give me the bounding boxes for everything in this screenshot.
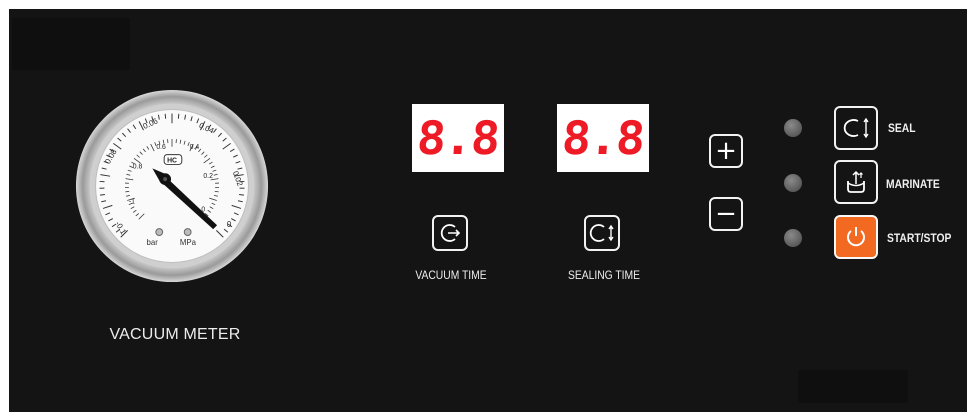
marinate-button[interactable] [834,160,878,204]
gauge-scale-inner: 0.6 [156,144,166,151]
seal-label: SEAL [888,121,916,135]
start-indicator-led [784,229,802,247]
power-icon [847,227,865,247]
vacuum-time-label: VACUUM TIME [415,268,487,282]
seal-icon [589,224,614,242]
increase-button[interactable]: + [709,134,743,168]
gauge-scale-inner: 0.8 [133,163,143,170]
gauge-unit-mpa: MPa [180,238,197,247]
sealing-time-button[interactable] [584,215,620,251]
minus-icon: − [715,199,737,229]
panel-shade [12,18,130,70]
panel-shade [798,370,908,403]
gauge-tick [239,193,245,196]
seal-indicator-led [784,119,802,137]
gauge-scale-inner: -1 [129,199,135,206]
gauge-tick [99,193,105,196]
vacuum-gauge: -0.1 0.08 0.06 0.04 0.02 0 -1 0.8 0.6 0.… [75,89,269,283]
sealing-time-label: SEALING TIME [567,268,641,282]
seal-button[interactable] [834,106,878,150]
sealing-time-digits: 8.8 [560,111,646,165]
vacuum-meter-label: VACUUM METER [109,326,241,343]
vacuum-time-button[interactable] [432,215,468,251]
start-stop-button[interactable] [834,215,878,259]
vacuum-icon [440,224,461,242]
gauge-scale-outer: 0 [227,220,232,229]
seal-icon [843,117,869,139]
start-stop-label: START/STOP [887,231,952,245]
vacuum-time-display: 8.8 [412,104,504,172]
plus-icon: + [715,136,737,166]
decrease-button[interactable]: − [709,197,743,231]
marinate-indicator-led [784,174,802,192]
marinate-label: MARINATE [886,177,940,191]
sealing-time-display: 8.8 [557,104,649,172]
gauge-badge: HC [167,157,177,164]
marinate-icon [847,170,865,193]
gauge-scale-inner: 0.4 [190,144,200,151]
gauge-unit-bar: bar [147,238,159,247]
gauge-scale-inner: 0.2 [203,173,213,180]
vacuum-time-digits: 8.8 [415,111,501,165]
